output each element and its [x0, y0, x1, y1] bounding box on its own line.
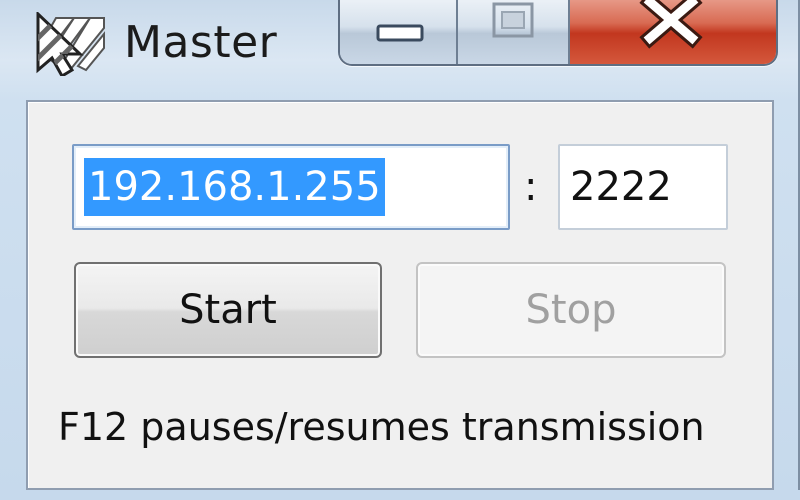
master-window: Master 192.168.1.255: 2222 Start Stop F…	[0, 0, 800, 500]
maximize-button[interactable]	[458, 0, 570, 64]
caption-buttons	[338, 0, 778, 66]
address-input[interactable]: 192.168.1.255	[72, 144, 510, 230]
window-title: Master	[124, 17, 278, 68]
app-icon	[36, 12, 105, 76]
port-value: 2222	[570, 164, 672, 210]
window-bottom-frame	[0, 490, 800, 500]
address-selected-text: 192.168.1.255	[84, 158, 385, 216]
address-port-separator: :	[524, 164, 538, 210]
port-input[interactable]: 2222	[558, 144, 728, 230]
start-button[interactable]: Start	[74, 262, 382, 358]
close-icon	[639, 0, 703, 49]
hotkey-hint: F12 pauses/resumes transmission	[58, 405, 705, 449]
client-area: 192.168.1.255 : 2222 Start Stop F12 paus…	[26, 100, 774, 490]
minimize-button[interactable]	[340, 0, 458, 64]
minimize-icon	[376, 24, 424, 42]
maximize-icon	[492, 2, 534, 38]
stop-button: Stop	[416, 262, 726, 358]
close-button[interactable]	[570, 0, 776, 64]
title-bar[interactable]: Master	[0, 0, 800, 95]
